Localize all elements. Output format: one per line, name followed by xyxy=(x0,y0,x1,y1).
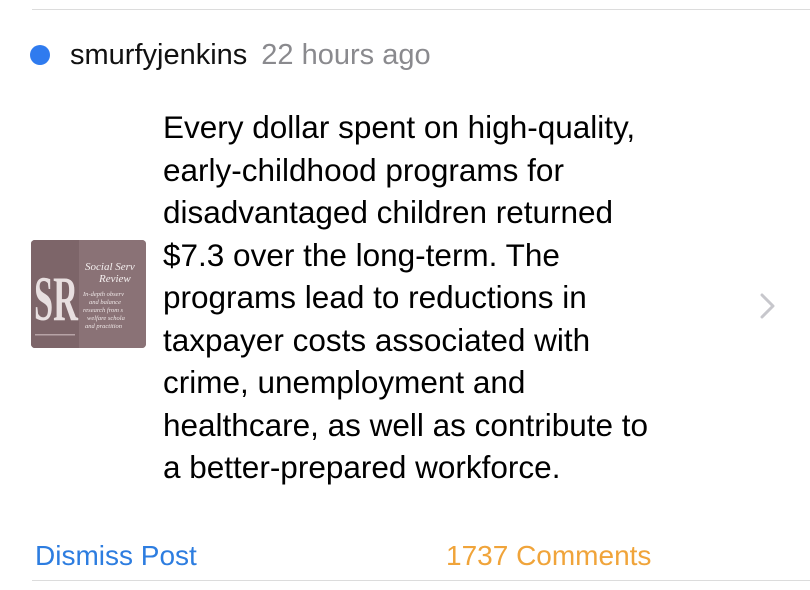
comments-button[interactable]: 1737 Comments xyxy=(446,540,651,572)
post-card[interactable]: smurfyjenkins 22 hours ago SR Social Ser… xyxy=(0,10,810,580)
post-timestamp: 22 hours ago xyxy=(261,38,431,71)
unread-indicator xyxy=(30,45,50,65)
thumbnail-tagline-4: welfare schola xyxy=(87,315,125,322)
thumbnail-tagline-5: and practition xyxy=(85,323,122,330)
post-body-text[interactable]: Every dollar spent on high-quality, earl… xyxy=(163,106,753,489)
post-username[interactable]: smurfyjenkins xyxy=(70,39,247,72)
dismiss-post-button[interactable]: Dismiss Post xyxy=(35,540,197,572)
post-header: smurfyjenkins 22 hours ago xyxy=(30,35,431,75)
bottom-divider xyxy=(32,580,810,581)
thumbnail-tagline-3: research from s xyxy=(83,307,124,314)
post-list-view: smurfyjenkins 22 hours ago SR Social Ser… xyxy=(0,0,810,590)
thumbnail-title-line1: Social Serv xyxy=(85,261,135,273)
thumbnail-title-line2: Review xyxy=(98,273,131,285)
thumbnail-tagline-2: and balance xyxy=(89,299,121,306)
thumbnail-tagline-1: In-depth observ xyxy=(82,291,124,298)
post-thumbnail[interactable]: SR Social Serv Review In-depth observ an… xyxy=(31,240,146,348)
thumbnail-image: SR Social Serv Review In-depth observ an… xyxy=(31,240,146,348)
chevron-right-icon[interactable] xyxy=(758,292,778,320)
thumbnail-logo: SR xyxy=(34,263,78,334)
